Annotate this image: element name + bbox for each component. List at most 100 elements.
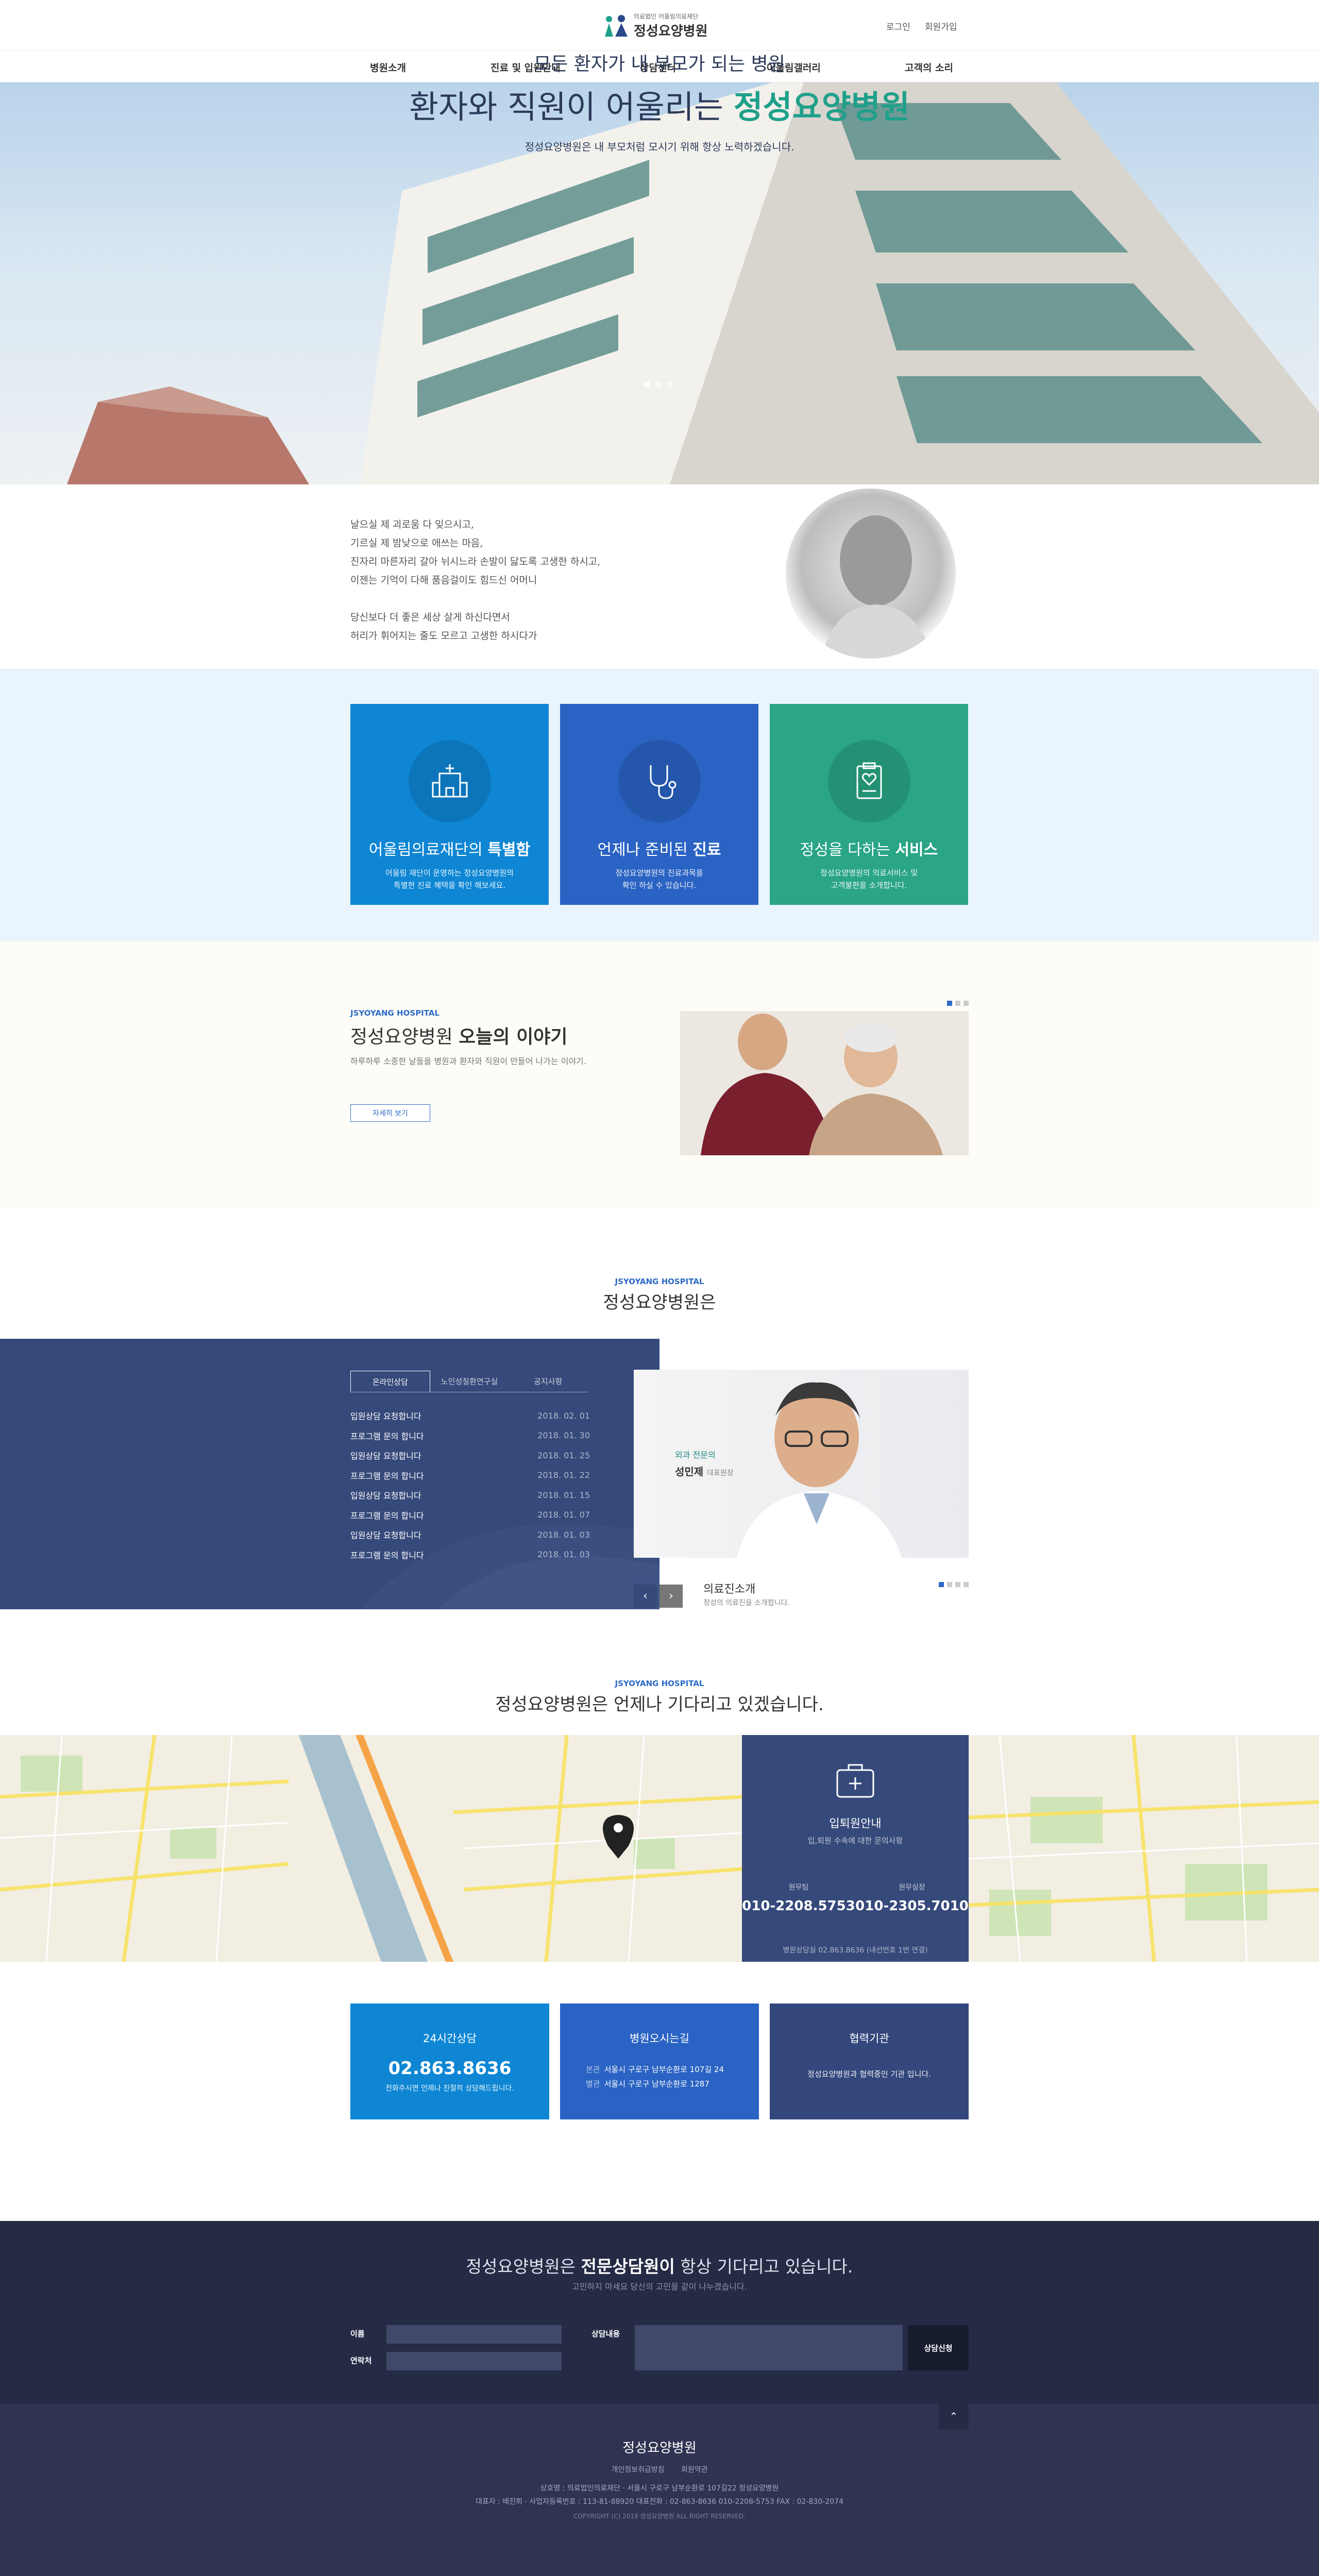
story-dot[interactable]	[955, 1001, 960, 1006]
info-box-title: 24시간상담	[422, 2032, 477, 2045]
doctor-pagination	[939, 1582, 969, 1587]
portrait-figure	[822, 515, 933, 659]
feature-card-service[interactable]: 정성을 다하는 서비스 정성요양병원의 의료서비스 및 고객불편을 소개합니다.	[770, 704, 968, 905]
footer-address: 상호명 : 의료법인의료재단 · 서울시 구로구 남부순환로 107길22 정성…	[540, 2484, 779, 2493]
phone-number[interactable]: 010-2305.7010	[855, 1898, 969, 1914]
poem-line: 허리가 휘어지는 줄도 모르고 고생한 하시다가	[350, 630, 537, 642]
board-row-date: 2018. 01. 25	[537, 1450, 590, 1460]
board-row-title: 입원상담 요청합니다	[350, 1411, 421, 1422]
board-row[interactable]: 프로그램 문의 합니다 2018. 01. 30	[350, 1426, 590, 1446]
doctor-dot[interactable]	[939, 1582, 944, 1587]
consult-submit-button[interactable]: 상담신청	[908, 2325, 969, 2370]
tab-research[interactable]: 노인성질환연구실	[430, 1371, 509, 1392]
contact-label: 연락처	[350, 2356, 372, 2365]
admission-footnote: 병원상담실 02.863.8636 (내선번호 1번 연결)	[783, 1946, 928, 1955]
location-map[interactable]	[0, 1735, 1319, 1962]
name-label: 이름	[350, 2329, 365, 2338]
feature-desc: 정성요양병원의 진료과목을 확인 하실 수 있습니다.	[615, 868, 703, 890]
info-box-directions[interactable]: 병원오시는길 본관 서울시 구로구 남부순환로 107길 24 별관 서울시 구로구…	[560, 2003, 759, 2119]
info-box-phone: 02.863.8636	[388, 2058, 512, 2079]
story-more-button[interactable]: 자세히 보기	[350, 1104, 430, 1122]
board-row-title: 입원상담 요청합니다	[350, 1491, 421, 1501]
info-box-partners[interactable]: 협력기관 정성요양병원과 협력중인 기관 입니다.	[770, 2003, 969, 2119]
board-row[interactable]: 입원상담 요청합니다 2018. 01. 15	[350, 1485, 590, 1505]
address-value: 서울시 구로구 남부순환로 107길 24	[604, 2065, 724, 2074]
hero-dot[interactable]	[644, 381, 650, 388]
doctor-dot[interactable]	[955, 1582, 960, 1587]
story-eyebrow: JSYOYANG HOSPITAL	[350, 1008, 439, 1018]
tab-notice[interactable]: 공지사항	[509, 1371, 587, 1392]
phone-number[interactable]: 010-2208.5753	[742, 1898, 855, 1914]
footer-copyright: COPYRIGHT (C) 2018 정성요양병원 ALL RIGHT RESE…	[573, 2513, 746, 2520]
board-row[interactable]: 입원상담 요청합니다 2018. 01. 25	[350, 1445, 590, 1466]
doctor-name: 성민제 대표원장	[675, 1463, 734, 1478]
name-input[interactable]	[386, 2325, 562, 2344]
hero-pagination	[644, 381, 673, 388]
stethoscope-icon	[618, 740, 701, 822]
address-value: 서울시 구로구 남부순환로 1287	[604, 2079, 709, 2089]
board-row[interactable]: 입원상담 요청합니다 2018. 01. 03	[350, 1525, 590, 1545]
admission-panel: 입퇴원안내 입,퇴원 수속에 대한 문의사항 원무팀 010-2208.5753 …	[742, 1735, 969, 1962]
consult-section	[0, 2221, 1319, 2404]
story-section	[0, 941, 1319, 1209]
doctor-dot[interactable]	[963, 1582, 969, 1587]
hero-dot[interactable]	[667, 381, 673, 388]
login-link[interactable]: 로그인	[886, 20, 910, 32]
scroll-top-icon[interactable]: ⌃	[939, 2403, 969, 2430]
phone-label: 원무팀	[788, 1883, 809, 1892]
admission-title: 입퇴원안내	[829, 1817, 882, 1830]
doctor-dot[interactable]	[947, 1582, 952, 1587]
content-label: 상담내용	[591, 2329, 620, 2338]
board-row-date: 2018. 01. 30	[537, 1430, 590, 1441]
feature-desc: 정성요양병원의 의료서비스 및 고객불편을 소개합니다.	[820, 868, 918, 890]
phone-label: 원무실장	[899, 1883, 925, 1892]
story-description: 하루하루 소중한 날들을 병원과 환자와 직원이 만들어 나가는 이야기.	[350, 1056, 586, 1066]
doctor-name-text: 성민제	[675, 1466, 704, 1478]
hero-title-prefix: 환자와 직원이 어울리는	[409, 88, 734, 126]
tab-online-consult[interactable]: 온라인상담	[350, 1371, 430, 1392]
story-title: 정성요양병원 오늘의 이야기	[350, 1026, 568, 1048]
chevron-right-icon[interactable]: ›	[660, 1585, 683, 1608]
logo-icon	[605, 15, 628, 37]
site-logo[interactable]: 의료법인 어울림의료재단 정성요양병원	[603, 11, 716, 40]
board-row[interactable]: 입원상담 요청합니다 2018. 02. 01	[350, 1406, 590, 1426]
board-row-title: 프로그램 문의 합니다	[350, 1471, 424, 1481]
board-row[interactable]: 프로그램 문의 합니다 2018. 01. 22	[350, 1466, 590, 1486]
poem-text: 날으실 제 괴로움 다 잊으시고, 기르실 제 밤낮으로 애쓰는 마음, 진자리…	[350, 515, 711, 645]
feature-card-special[interactable]: 어울림의료재단의 특별함 어울림 재단이 운영하는 정성요양병원의 특별한 진료 …	[350, 704, 549, 905]
medical-kit-icon	[836, 1764, 874, 1798]
story-dot[interactable]	[963, 1001, 969, 1006]
join-link[interactable]: 회원가입	[925, 20, 957, 32]
board-row-date: 2018. 01. 07	[537, 1510, 590, 1520]
map-eyebrow: JSYOYANG HOSPITAL	[615, 1679, 704, 1688]
terms-link[interactable]: 회원약관	[681, 2466, 708, 2474]
admission-phones: 원무팀 010-2208.5753 원무실장 010-2305.7010	[742, 1882, 969, 1914]
consult-subtitle: 고민하지 마세요 당신의 고민을 같이 나누겠습니다.	[572, 2282, 747, 2292]
elderly-portrait-image	[786, 489, 956, 659]
phone-block: 원무팀 010-2208.5753	[742, 1882, 855, 1914]
privacy-link[interactable]: 개인정보취급방침	[611, 2466, 664, 2474]
hero-text: 모든 환자가 내 부모가 되는 병원 환자와 직원이 어울리는 정성요양병원 정…	[0, 49, 1319, 154]
story-photo-image	[680, 1011, 969, 1155]
info-box-24h[interactable]: 24시간상담 02.863.8636 전화주시면 언제나 친절히 상담해드립니다…	[350, 2003, 549, 2119]
board-row-date: 2018. 02. 01	[537, 1410, 590, 1421]
board-row[interactable]: 프로그램 문의 합니다 2018. 01. 03	[350, 1545, 590, 1565]
clipboard-heart-icon	[827, 740, 910, 822]
board-row-title: 입원상담 요청합니다	[350, 1451, 421, 1461]
content-textarea[interactable]	[635, 2325, 903, 2370]
board-tabs: 온라인상담 노인성질환연구실 공지사항	[350, 1371, 587, 1392]
story-dot[interactable]	[947, 1001, 952, 1006]
chevron-left-icon[interactable]: ‹	[634, 1585, 657, 1608]
poem-line: 진자리 마른자리 갈아 뉘시느라 손발이 닳도록 고생한 하시고,	[350, 556, 601, 567]
info-box-address: 본관 서울시 구로구 남부순환로 107길 24 별관 서울시 구로구 남부순환로 …	[560, 2062, 759, 2091]
contact-input[interactable]	[386, 2352, 562, 2370]
admission-subtitle: 입,퇴원 수속에 대한 문의사항	[807, 1836, 903, 1845]
feature-title: 어울림의료재단의 특별함	[368, 841, 531, 859]
story-photo-figures	[680, 1011, 969, 1155]
info-box-title: 협력기관	[849, 2032, 889, 2045]
hospital-icon	[408, 740, 491, 822]
board-row[interactable]: 프로그램 문의 합니다 2018. 01. 07	[350, 1505, 590, 1525]
board-row-title: 입원상담 요청합니다	[350, 1530, 421, 1541]
feature-card-treatment[interactable]: 언제나 준비된 진료 정성요양병원의 진료과목을 확인 하실 수 있습니다.	[560, 704, 758, 905]
hero-dot[interactable]	[655, 381, 662, 388]
